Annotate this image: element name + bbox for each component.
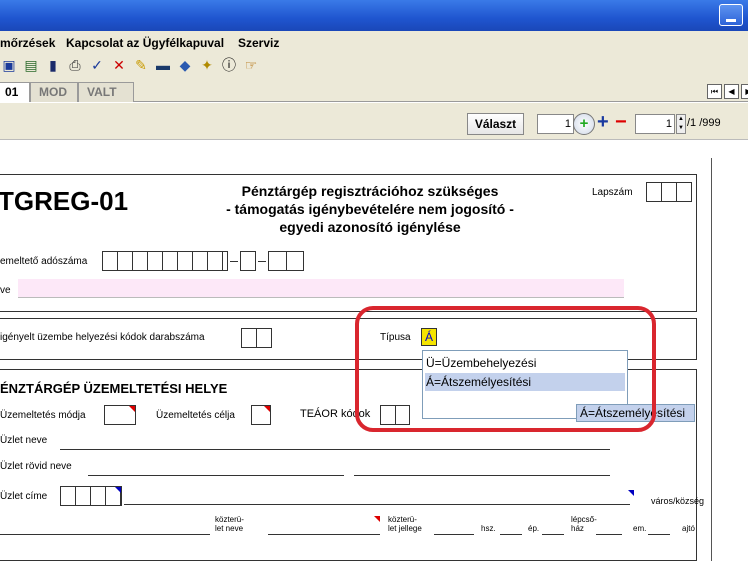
save-icon[interactable]: ▣ xyxy=(0,56,18,74)
lapszam-label: Lapszám xyxy=(592,187,633,198)
menu-item-ellenorzesek[interactable]: mőrzések xyxy=(0,36,55,50)
form-code: TGREG-01 xyxy=(0,186,129,216)
window-titlebar xyxy=(0,0,748,31)
kozterulet-jellege-label-2: let jellege xyxy=(388,524,422,533)
first-page-icon[interactable]: ⏮ xyxy=(707,84,722,99)
uzlet-cime-label: Üzlet címe xyxy=(0,491,48,502)
db-icon[interactable]: ◆ xyxy=(176,56,194,74)
menu-item-szerviz[interactable]: Szerviz xyxy=(238,36,279,50)
check-icon[interactable]: ✓ xyxy=(88,56,106,74)
dash xyxy=(230,261,238,262)
prev-page-icon[interactable]: ◀ xyxy=(724,84,739,99)
darab-cell[interactable] xyxy=(241,328,257,348)
tab-mod[interactable]: MOD xyxy=(30,82,78,102)
edit-icon[interactable]: ✎ xyxy=(132,56,150,74)
form-title-1: Pénztárgép regisztrációhoz szükséges xyxy=(241,183,499,199)
uzlet-neve-label: Üzlet neve xyxy=(0,435,48,446)
adoszam-field[interactable] xyxy=(102,251,228,271)
adoszam-field-3[interactable] xyxy=(268,251,304,271)
modja-label: Üzemeltetés módja xyxy=(0,410,86,421)
adoszam-label: emeltető adószáma xyxy=(0,256,88,267)
hsz-label: hsz. xyxy=(481,524,496,533)
minus-icon[interactable]: − xyxy=(615,112,627,132)
hand-icon[interactable]: ☞ xyxy=(242,56,260,74)
cross-icon[interactable]: ✕ xyxy=(110,56,128,74)
minimize-button[interactable] xyxy=(719,4,743,26)
plus-icon[interactable]: + xyxy=(597,112,609,132)
menu-item-ugyfelkapu[interactable]: Kapcsolat az Ügyfélkapuval xyxy=(66,36,224,50)
print-icon[interactable]: ⎙ xyxy=(66,56,84,74)
info-icon[interactable]: ⓘ xyxy=(220,56,238,74)
varos-label: város/község xyxy=(651,496,705,506)
kozterulet-jellege-label: közterü- xyxy=(388,515,417,524)
kozterulet-neve-label-2: let neve xyxy=(215,524,244,533)
lepcsohaz-label-2: ház xyxy=(571,524,584,533)
iranyitoszam-field[interactable] xyxy=(60,486,122,506)
section-title: ÉNZTÁRGÉP ÜZEMELTETÉSI HELYE xyxy=(0,381,228,396)
dash xyxy=(258,261,266,262)
page-total: /1 /999 xyxy=(687,117,721,129)
adoszam-field-2[interactable] xyxy=(240,251,256,271)
menu-bar: mőrzések Kapcsolat az Ügyfélkapuval Szer… xyxy=(0,31,748,53)
ep-label: ép. xyxy=(528,524,540,533)
lapszam-cell[interactable] xyxy=(676,182,692,202)
lepcsohaz-label: lépcső- xyxy=(571,515,597,524)
key-icon[interactable]: ✦ xyxy=(198,56,216,74)
celja-label: Üzemeltetés célja xyxy=(156,410,235,421)
uzlet-rovid-label: Üzlet rövid neve xyxy=(0,461,72,472)
next-page-icon[interactable]: ▶ xyxy=(741,84,748,99)
tab-01[interactable]: 01 xyxy=(0,82,30,102)
tab-bar: 01 MOD VALT ⏮ ◀ ▶ xyxy=(0,78,748,102)
tab-valt[interactable]: VALT xyxy=(78,82,134,102)
page-field[interactable]: 1 xyxy=(537,114,574,134)
neve-field[interactable] xyxy=(18,279,624,298)
darab-cell[interactable] xyxy=(256,328,272,348)
toolbar: ▣ ▤ ▮ ⎙ ✓ ✕ ✎ ▬ ◆ ✦ ⓘ ☞ xyxy=(0,53,748,78)
highlight-annotation xyxy=(355,306,656,432)
card-icon[interactable]: ▬ xyxy=(154,56,172,74)
ajto-label: ajtó xyxy=(682,524,695,533)
book-icon[interactable]: ▮ xyxy=(44,56,62,74)
neve-label: ve xyxy=(0,285,11,296)
form-title-3: egyedi azonosító igénylése xyxy=(279,219,461,235)
control-bar: Választ 1 + + − 1 ▲ ▼ /1 /999 xyxy=(0,103,748,139)
open-icon[interactable]: ▤ xyxy=(22,56,40,74)
darab-label: igényelt üzembe helyezési kódok darabszá… xyxy=(0,332,205,343)
page-number-field[interactable]: 1 xyxy=(635,114,675,134)
add-page-icon[interactable]: + xyxy=(573,113,595,135)
form-title-2: - támogatás igénybevételére nem jogosító… xyxy=(226,201,514,217)
kozterulet-neve-label: közterü- xyxy=(215,515,244,524)
lapszam-cell[interactable] xyxy=(646,182,662,202)
valaszt-button[interactable]: Választ xyxy=(467,113,524,135)
em-label: em. xyxy=(633,524,647,533)
spinner-icon[interactable]: ▲ ▼ xyxy=(676,114,686,134)
lapszam-cell[interactable] xyxy=(661,182,677,202)
